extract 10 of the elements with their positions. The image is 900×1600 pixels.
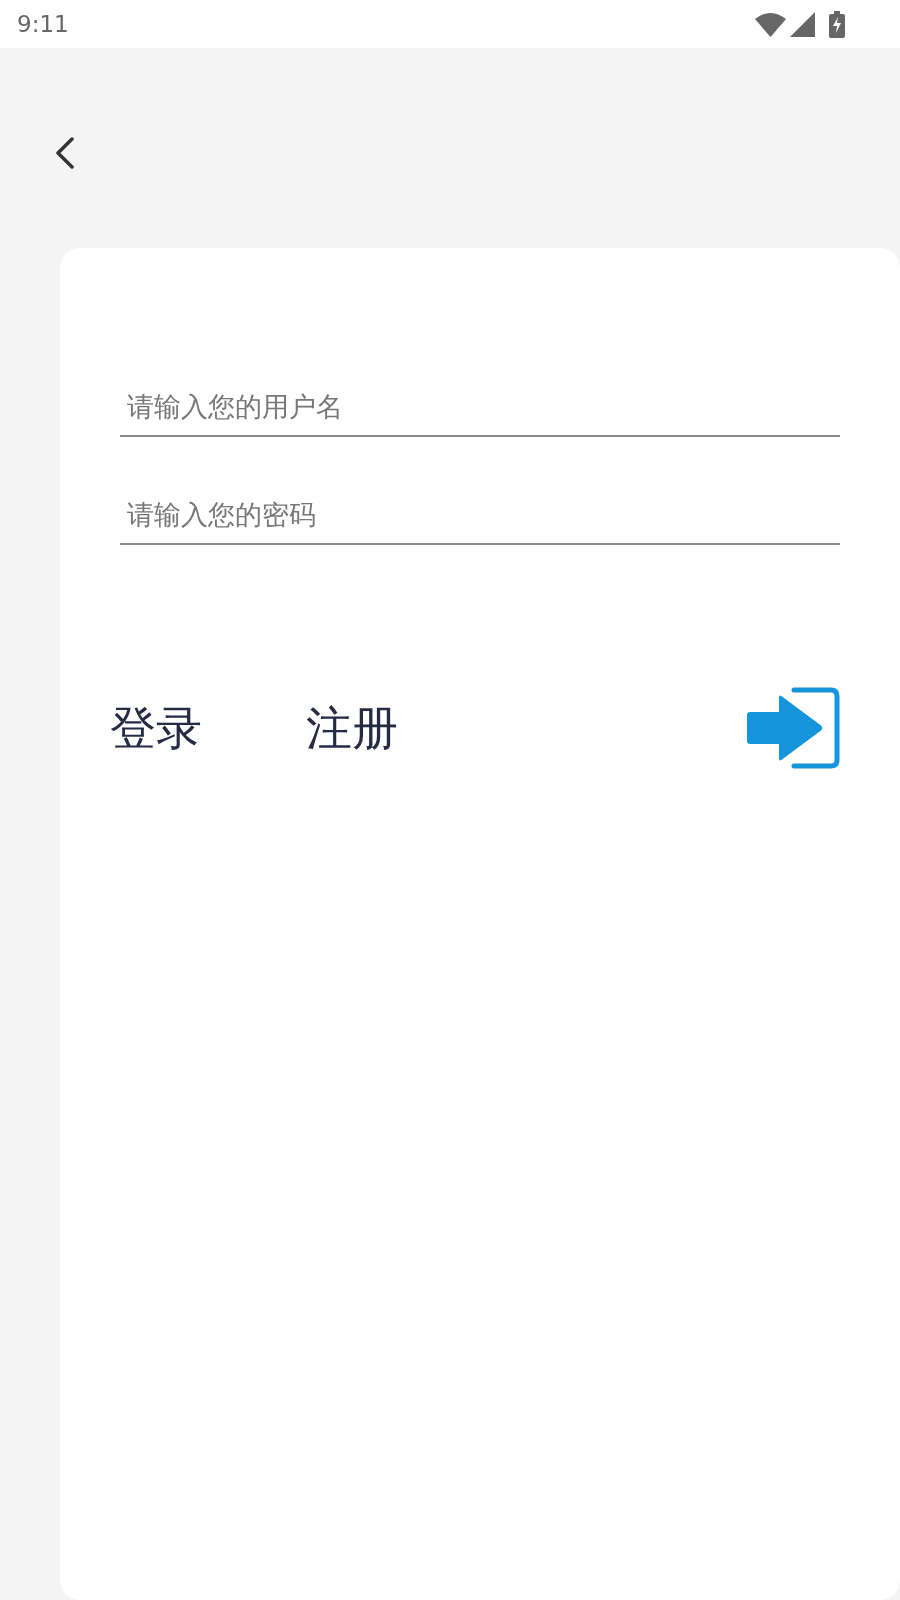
signal-icon — [790, 11, 815, 37]
password-field[interactable]: 请输入您的密码 — [120, 485, 840, 545]
sign-in-icon[interactable] — [747, 687, 840, 769]
battery-icon — [829, 10, 845, 38]
login-tab[interactable]: 登录 — [110, 702, 202, 754]
back-icon[interactable] — [55, 137, 74, 169]
register-tab[interactable]: 注册 — [306, 702, 398, 754]
status-time: 9:11 — [17, 12, 69, 36]
wifi-icon — [755, 11, 786, 37]
username-field[interactable]: 请输入您的用户名 — [120, 377, 840, 437]
